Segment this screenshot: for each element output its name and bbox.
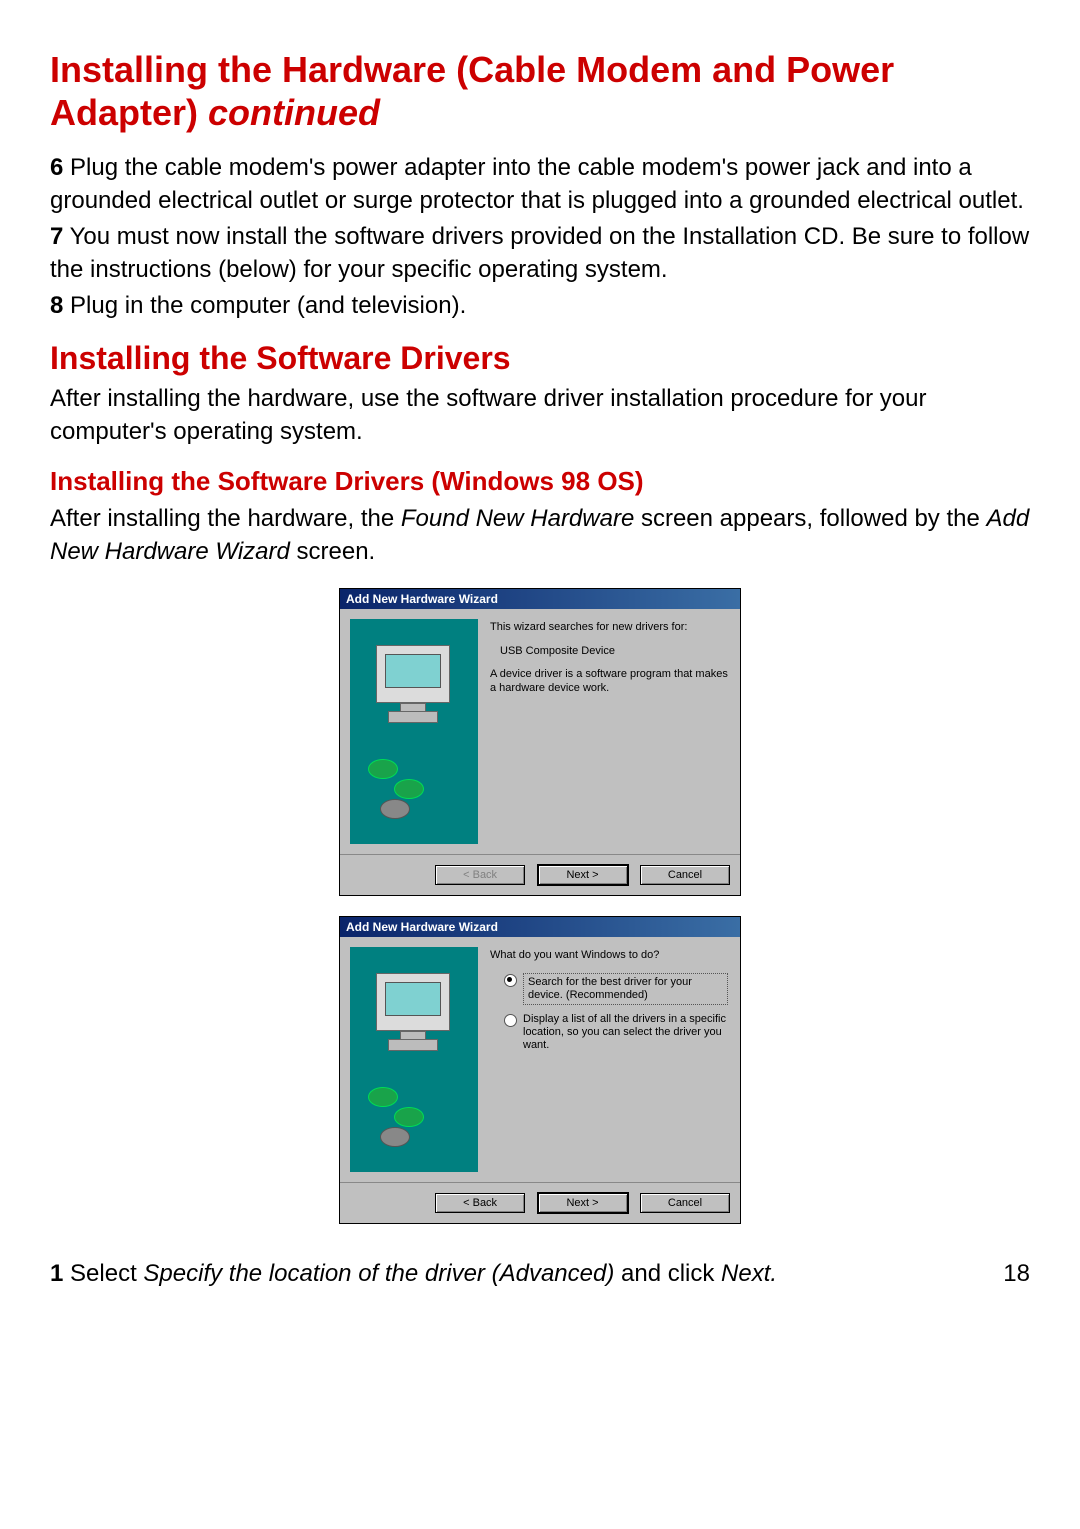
wizard-2-buttons: < Back Next > Cancel bbox=[340, 1182, 740, 1223]
win98-intro-a: After installing the hardware, the bbox=[50, 505, 401, 532]
step-7: 7 You must now install the software driv… bbox=[50, 221, 1030, 286]
radio-option-list[interactable]: Display a list of all the drivers in a s… bbox=[504, 1013, 728, 1053]
radio-icon bbox=[504, 1014, 517, 1027]
wizard-2-titlebar: Add New Hardware Wizard bbox=[340, 917, 740, 937]
wizard-2-question: What do you want Windows to do? bbox=[490, 949, 728, 963]
section-heading-drivers: Installing the Software Drivers bbox=[50, 340, 1030, 377]
drivers-intro: After installing the hardware, use the s… bbox=[50, 383, 1030, 448]
step-7-text: You must now install the software driver… bbox=[50, 223, 1029, 282]
wizard-1-desc: A device driver is a software program th… bbox=[490, 668, 728, 696]
radio-option-list-label: Display a list of all the drivers in a s… bbox=[523, 1013, 728, 1053]
step-1-d: Next. bbox=[721, 1260, 777, 1287]
cancel-button[interactable]: Cancel bbox=[640, 865, 730, 885]
win98-intro: After installing the hardware, the Found… bbox=[50, 503, 1030, 568]
cancel-button[interactable]: Cancel bbox=[640, 1193, 730, 1213]
step-7-number: 7 bbox=[50, 223, 63, 250]
step-6-text: Plug the cable modem's power adapter int… bbox=[50, 154, 1024, 213]
step-8: 8 Plug in the computer (and television). bbox=[50, 290, 1030, 322]
page-number: 18 bbox=[1003, 1260, 1030, 1288]
step-1-a: Select bbox=[63, 1260, 143, 1287]
step-1-c: and click bbox=[614, 1260, 721, 1287]
subsection-heading-win98: Installing the Software Drivers (Windows… bbox=[50, 466, 1030, 497]
step-1-b: Specify the location of the driver (Adva… bbox=[143, 1260, 614, 1287]
next-button[interactable]: Next > bbox=[538, 1193, 628, 1213]
wizard-illustration bbox=[350, 947, 478, 1172]
back-button: < Back bbox=[435, 865, 525, 885]
wizard-illustration bbox=[350, 619, 478, 844]
win98-intro-e: screen. bbox=[297, 538, 376, 565]
step-8-text: Plug in the computer (and television). bbox=[63, 292, 466, 319]
step-8-number: 8 bbox=[50, 292, 63, 319]
wizard-dialog-2: Add New Hardware Wizard What do you want… bbox=[339, 916, 741, 1224]
step-6: 6 Plug the cable modem's power adapter i… bbox=[50, 152, 1030, 217]
wizard-dialog-1: Add New Hardware Wizard This wizard sear… bbox=[339, 588, 741, 896]
next-button[interactable]: Next > bbox=[538, 865, 628, 885]
win98-intro-b: Found New Hardware bbox=[401, 505, 634, 532]
wizard-1-titlebar: Add New Hardware Wizard bbox=[340, 589, 740, 609]
win98-intro-c: screen appears, followed by the bbox=[634, 505, 986, 532]
heading-text: Installing the Hardware (Cable Modem and… bbox=[50, 49, 894, 133]
radio-icon bbox=[504, 974, 517, 987]
page-heading: Installing the Hardware (Cable Modem and… bbox=[50, 48, 1030, 134]
step-1: 1 Select Specify the location of the dri… bbox=[50, 1260, 777, 1288]
wizard-1-device: USB Composite Device bbox=[490, 645, 728, 659]
step-1-number: 1 bbox=[50, 1260, 63, 1287]
step-6-number: 6 bbox=[50, 154, 63, 181]
radio-option-search-label: Search for the best driver for your devi… bbox=[523, 973, 728, 1005]
heading-continued: continued bbox=[208, 92, 380, 133]
wizard-1-buttons: < Back Next > Cancel bbox=[340, 854, 740, 895]
wizard-1-line1: This wizard searches for new drivers for… bbox=[490, 621, 728, 635]
radio-option-search[interactable]: Search for the best driver for your devi… bbox=[504, 973, 728, 1005]
back-button[interactable]: < Back bbox=[435, 1193, 525, 1213]
